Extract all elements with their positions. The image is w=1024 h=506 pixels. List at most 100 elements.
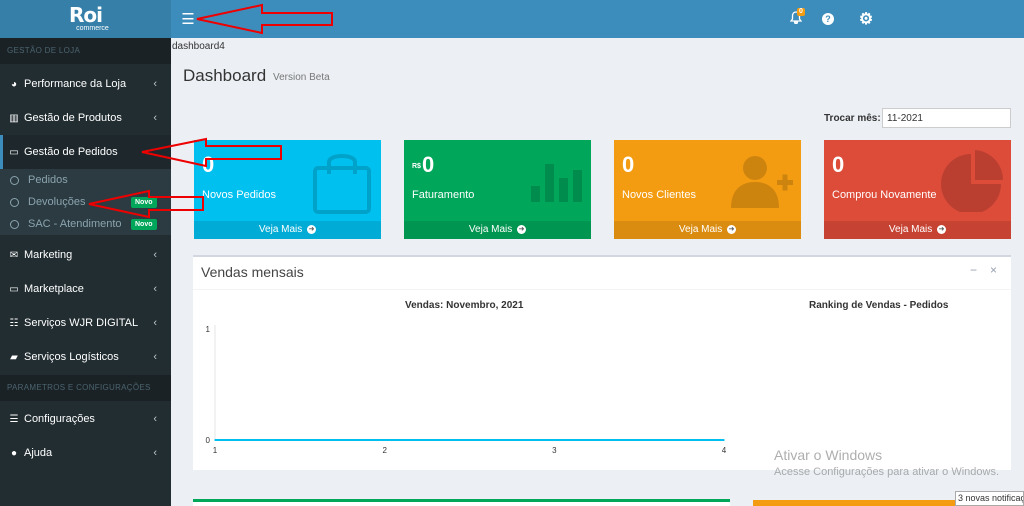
minimize-button[interactable]: − — [970, 263, 977, 277]
logo-main: Roi — [69, 2, 103, 27]
new-badge: Novo — [131, 218, 157, 230]
arrow-circle-right-icon: ➜ — [937, 224, 947, 234]
y-tick-label: 0 — [206, 436, 211, 445]
chevron-left-icon: ‹ — [153, 249, 157, 261]
sidebar-item-marketplace[interactable]: ▭ Marketplace ‹ — [0, 272, 171, 306]
month-filter-input[interactable] — [882, 108, 1011, 128]
circle-icon — [10, 219, 19, 229]
breadcrumb: dashboard4 — [172, 41, 225, 52]
sidebar-subitem-label: Devoluções — [28, 196, 86, 208]
stat-box-faturamento: R$0 Faturamento Veja Mais ➜ — [404, 140, 591, 239]
stat-label: Faturamento — [412, 189, 475, 201]
sidebar-item-label: Gestão de Produtos — [24, 112, 122, 124]
sidebar-item-logisticos[interactable]: ▰ Serviços Logísticos ‹ — [0, 340, 171, 374]
sidebar-item-pedidos[interactable]: ▭ Gestão de Pedidos — [0, 135, 171, 169]
gears-icon: ⚙ — [858, 11, 874, 28]
vendas-mensais-panel: Vendas mensais − × Vendas: Novembro, 202… — [193, 255, 1011, 470]
sidebar-item-label: Performance da Loja — [24, 78, 127, 90]
panel-title: Vendas mensais — [201, 264, 304, 280]
laptop-icon: ▭ — [9, 283, 19, 295]
notifications-button[interactable]: 0 — [786, 8, 806, 30]
sidebar-section-header: GESTÃO DE LOJA — [0, 38, 171, 64]
pie-chart-icon — [941, 150, 1003, 212]
veja-mais-link[interactable]: Veja Mais ➜ — [194, 221, 381, 239]
chevron-left-icon: ‹ — [153, 351, 157, 363]
notification-toast[interactable]: 3 novas notificações — [955, 491, 1024, 506]
chevron-left-icon: ‹ — [153, 78, 157, 90]
stat-label: Comprou Novamente — [832, 189, 937, 201]
chevron-left-icon: ‹ — [153, 447, 157, 459]
sidebar-item-label: Configurações — [24, 413, 95, 425]
inbox-icon: ▭ — [9, 146, 19, 158]
arrow-circle-right-icon: ➜ — [517, 224, 527, 234]
sidebar: GESTÃO DE LOJA ◕ Performance da Loja ‹ ▥… — [0, 38, 171, 506]
arrow-circle-right-icon: ➜ — [307, 224, 317, 234]
sidebar-subitem-pedidos[interactable]: Pedidos — [0, 169, 171, 191]
sidebar-subitem-sac[interactable]: SAC - Atendimento Novo — [0, 213, 171, 235]
bar-chart-icon — [531, 164, 582, 202]
help-button[interactable]: ? — [818, 8, 838, 30]
close-button[interactable]: × — [990, 263, 997, 277]
barcode-icon: ▥ — [9, 112, 19, 124]
circle-icon — [10, 175, 19, 185]
chart-title: Vendas: Novembro, 2021 — [405, 300, 524, 311]
sidebar-item-label: Serviços WJR DIGITAL — [24, 317, 139, 329]
sidebar-item-label: Gestão de Pedidos — [24, 146, 118, 158]
circle-icon — [10, 197, 19, 207]
currency-prefix: R$ — [412, 162, 421, 170]
chevron-left-icon: ‹ — [153, 283, 157, 295]
sales-line-chart: 011 2 3 4 — [206, 325, 727, 455]
sidebar-item-wjr[interactable]: ☷ Serviços WJR DIGITAL ‹ — [0, 306, 171, 340]
stat-value: 0 — [832, 152, 845, 177]
stat-box-comprou-novamente: 0 Comprou Novamente Veja Mais ➜ — [824, 140, 1011, 239]
settings-button[interactable]: ⚙ — [856, 8, 876, 30]
stat-value: R$0 — [412, 152, 435, 177]
sitemap-icon: ☷ — [9, 317, 19, 329]
veja-mais-link[interactable]: Veja Mais ➜ — [404, 221, 591, 239]
logo[interactable]: Roi commerce — [0, 0, 171, 38]
page-subtitle: Version Beta — [273, 72, 330, 83]
veja-mais-link[interactable]: Veja Mais ➜ — [824, 221, 1011, 239]
envelope-icon: ✉ — [9, 249, 19, 261]
arrow-circle-right-icon: ➜ — [727, 224, 737, 234]
x-tick-label: 1 — [213, 446, 218, 455]
sidebar-item-label: Ajuda — [24, 447, 53, 459]
new-badge: Novo — [131, 196, 157, 208]
sidebar-item-label: Marketplace — [24, 283, 84, 295]
data-point — [723, 439, 725, 441]
user-plus-icon — [731, 156, 793, 208]
data-point — [383, 439, 386, 441]
sidebar-item-marketing[interactable]: ✉ Marketing ‹ — [0, 238, 171, 272]
shopping-bag-icon — [313, 154, 371, 214]
windows-activation-subtitle: Acesse Configurações para ativar o Windo… — [774, 466, 999, 478]
month-filter-label: Trocar mês: — [824, 113, 881, 124]
sidebar-subitem-label: Pedidos — [28, 174, 68, 186]
windows-activation-title: Ativar o Windows — [774, 447, 883, 463]
sidebar-item-configuracoes[interactable]: ☰ Configurações ‹ — [0, 402, 171, 436]
top-navbar: Roi commerce ☰ 0 ? ⚙ — [0, 0, 1024, 38]
stat-label: Novos Clientes — [622, 189, 696, 201]
hamburger-icon[interactable]: ☰ — [178, 8, 198, 30]
sidebar-item-label: Marketing — [24, 249, 73, 261]
x-tick-label: 3 — [552, 446, 557, 455]
bottom-panel-green — [193, 499, 730, 506]
x-tick-label: 2 — [382, 446, 387, 455]
chevron-left-icon: ‹ — [153, 413, 157, 425]
sidebar-item-produtos[interactable]: ▥ Gestão de Produtos ‹ — [0, 101, 171, 135]
x-tick-label: 4 — [722, 446, 727, 455]
sidebar-section-header: PARAMETROS E CONFIGURAÇÕES — [0, 375, 171, 401]
sidebar-subitem-devolucoes[interactable]: Devoluções Novo — [0, 191, 171, 213]
sidebar-item-performance[interactable]: ◕ Performance da Loja ‹ — [0, 67, 171, 101]
truck-icon: ▰ — [10, 351, 18, 363]
dashboard-icon: ◕ — [10, 78, 18, 90]
sidebar-item-ajuda[interactable]: ● Ajuda ‹ — [0, 436, 171, 470]
data-point — [553, 439, 556, 441]
y-tick-label: 1 — [206, 325, 211, 334]
notification-badge: 0 — [797, 8, 805, 16]
sidebar-item-label: Serviços Logísticos — [24, 351, 119, 363]
veja-mais-link[interactable]: Veja Mais ➜ — [614, 221, 801, 239]
sliders-icon: ☰ — [9, 413, 19, 425]
stat-value: 0 — [202, 152, 215, 177]
stat-box-novos-clientes: 0 Novos Clientes Veja Mais ➜ — [614, 140, 801, 239]
logo-sub: commerce — [76, 24, 109, 32]
